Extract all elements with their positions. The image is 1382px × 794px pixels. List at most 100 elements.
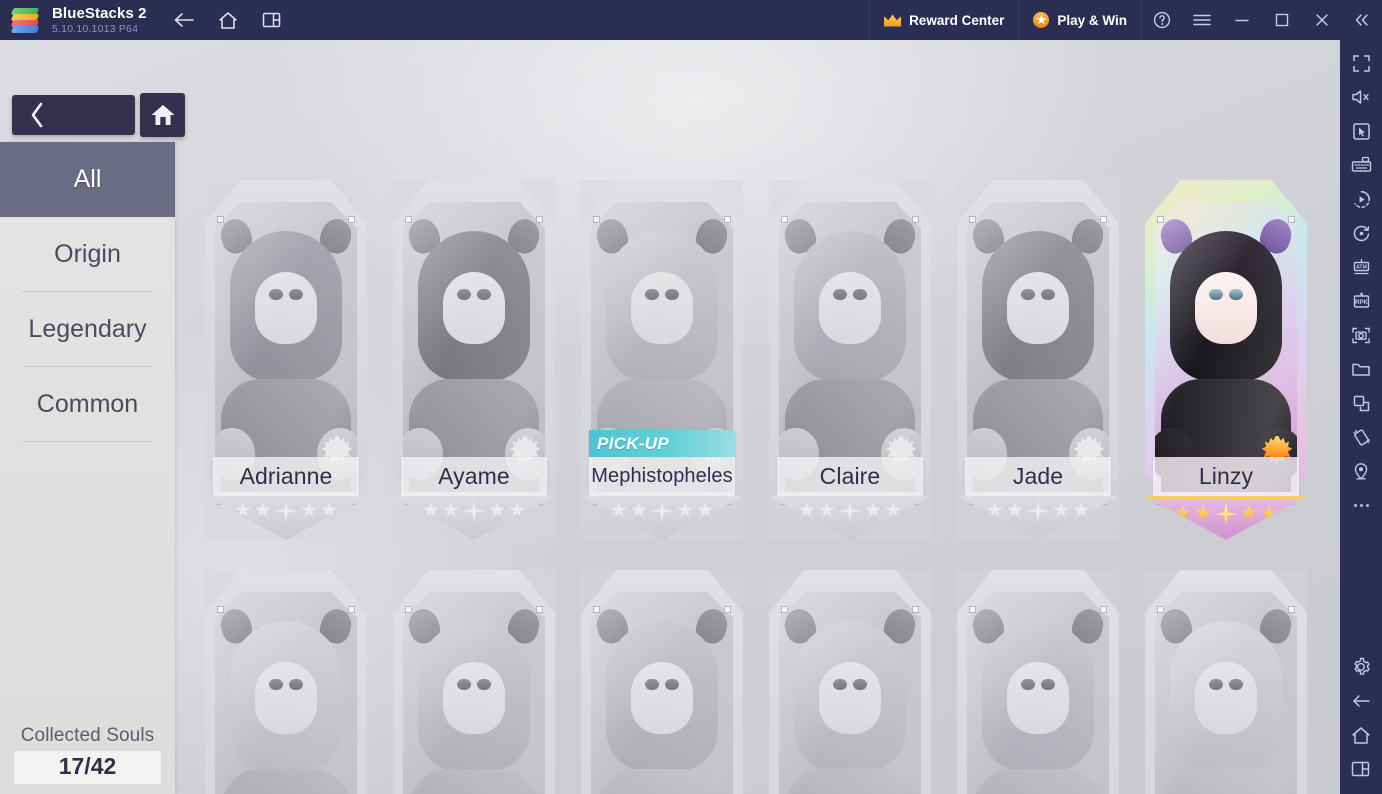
bluestacks-sidebar: ATM RPK	[1340, 40, 1382, 794]
card-rivet	[536, 606, 543, 613]
character-card-claire[interactable]: Claire	[769, 180, 931, 540]
collapse-sidebar-button[interactable]	[1342, 0, 1382, 40]
filter-label: All	[73, 165, 102, 193]
card-rivet	[781, 216, 788, 223]
filter-item-common[interactable]: Common	[0, 367, 175, 442]
collected-souls-block: Collected Souls 17/42	[0, 725, 175, 784]
fullscreen-icon[interactable]	[1344, 46, 1378, 80]
card-rivet	[217, 216, 224, 223]
character-card-mephistopheles[interactable]: PICK-UP Mephistopheles	[581, 180, 743, 540]
more-dots	[1353, 503, 1369, 507]
window-title-block: BlueStacks 2 5.10.10.1013 P64	[52, 6, 147, 35]
character-card-row2-2[interactable]	[393, 570, 555, 794]
more-icon[interactable]	[1344, 488, 1378, 522]
app-version: 5.10.10.1013 P64	[52, 22, 139, 35]
character-art	[403, 592, 545, 794]
card-footer-stars	[205, 496, 367, 540]
cursor-icon[interactable]	[1344, 114, 1378, 148]
card-rivet	[1100, 606, 1107, 613]
rpk-icon[interactable]: RPK	[1344, 284, 1378, 318]
card-rivet	[1157, 606, 1164, 613]
card-rivet	[593, 216, 600, 223]
back-arrow-icon[interactable]	[169, 5, 199, 35]
card-footer-stars	[769, 496, 931, 540]
card-rivet	[1288, 216, 1295, 223]
pickup-label: PICK-UP	[597, 433, 669, 453]
character-card-row2-5[interactable]	[957, 570, 1119, 794]
card-rivet	[1157, 216, 1164, 223]
folder-icon[interactable]	[1344, 352, 1378, 386]
home-icon[interactable]	[213, 5, 243, 35]
card-rivet	[536, 216, 543, 223]
character-card-linzy[interactable]: Linzy	[1145, 180, 1307, 540]
settings-gear-icon[interactable]	[1344, 650, 1378, 684]
character-card-row2-1[interactable]	[205, 570, 367, 794]
character-name: Mephistopheles	[591, 465, 733, 487]
multi-instance-icon[interactable]	[257, 5, 287, 35]
reward-center-button[interactable]: Reward Center	[869, 0, 1018, 40]
macro-record-icon[interactable]	[1344, 182, 1378, 216]
card-footer-stars	[957, 496, 1119, 540]
character-card-row2-3[interactable]	[581, 570, 743, 794]
shake-icon[interactable]	[1344, 420, 1378, 454]
app-title: BlueStacks 2	[52, 4, 147, 22]
game-viewport[interactable]: All Origin Legendary Common Collected So…	[0, 40, 1340, 794]
close-button[interactable]	[1302, 0, 1342, 40]
character-card-row2-6[interactable]	[1145, 570, 1307, 794]
filter-sidebar: All Origin Legendary Common Collected So…	[0, 142, 175, 794]
game-back-button[interactable]	[12, 95, 135, 135]
hamburger-menu-button[interactable]	[1182, 0, 1222, 40]
reward-center-label: Reward Center	[909, 12, 1005, 28]
crown-icon	[884, 14, 901, 27]
card-portrait	[591, 592, 733, 794]
card-nameplate: Ayame	[401, 457, 547, 496]
card-nameplate: Claire	[777, 457, 923, 496]
collected-souls-count: 17/42	[14, 751, 161, 784]
card-nameplate: Linzy	[1153, 457, 1299, 496]
character-art	[215, 592, 357, 794]
filter-label: Common	[36, 390, 139, 418]
card-portrait	[215, 592, 357, 794]
location-icon[interactable]	[1344, 454, 1378, 488]
character-card-jade[interactable]: Jade	[957, 180, 1119, 540]
window-titlebar: BlueStacks 2 5.10.10.1013 P64 Reward Cen…	[0, 0, 1382, 40]
character-name: Adrianne	[239, 463, 333, 489]
card-rivet	[217, 606, 224, 613]
character-name: Linzy	[1198, 463, 1254, 489]
filter-item-all[interactable]: All	[0, 142, 175, 217]
multi-window-icon[interactable]	[1344, 386, 1378, 420]
card-rivet	[969, 216, 976, 223]
character-name: Ayame	[438, 463, 510, 489]
recents-nav-icon[interactable]	[1344, 752, 1378, 786]
svg-text:RPK: RPK	[1355, 300, 1368, 306]
mute-icon[interactable]	[1344, 80, 1378, 114]
star-badge-icon	[1033, 12, 1050, 28]
card-portrait	[967, 592, 1109, 794]
character-card-row2-4[interactable]	[769, 570, 931, 794]
maximize-button[interactable]	[1262, 0, 1302, 40]
character-art	[591, 592, 733, 794]
minimize-button[interactable]	[1222, 0, 1262, 40]
card-rivet	[1100, 216, 1107, 223]
keyboard-icon[interactable]	[1344, 148, 1378, 182]
titlebar-nav-group	[169, 5, 287, 35]
filter-label: Origin	[54, 240, 121, 268]
help-button[interactable]	[1142, 0, 1182, 40]
filter-label: Legendary	[28, 315, 147, 343]
filter-item-legendary[interactable]: Legendary	[0, 292, 175, 367]
card-rivet	[969, 606, 976, 613]
card-nameplate: Adrianne	[213, 457, 359, 496]
card-footer-stars	[581, 496, 743, 540]
bluestacks-logo-icon	[10, 7, 42, 33]
screenshot-icon[interactable]	[1344, 318, 1378, 352]
character-card-ayame[interactable]: Ayame	[393, 180, 555, 540]
play-and-win-button[interactable]: Play & Win	[1018, 0, 1142, 40]
back-nav-icon[interactable]	[1344, 684, 1378, 718]
character-name: Jade	[1012, 463, 1064, 489]
home-nav-icon[interactable]	[1344, 718, 1378, 752]
rotate-icon[interactable]	[1344, 216, 1378, 250]
card-rivet	[781, 606, 788, 613]
filter-item-origin[interactable]: Origin	[0, 217, 175, 292]
atm-icon[interactable]: ATM	[1344, 250, 1378, 284]
character-card-adrianne[interactable]: Adrianne	[205, 180, 367, 540]
